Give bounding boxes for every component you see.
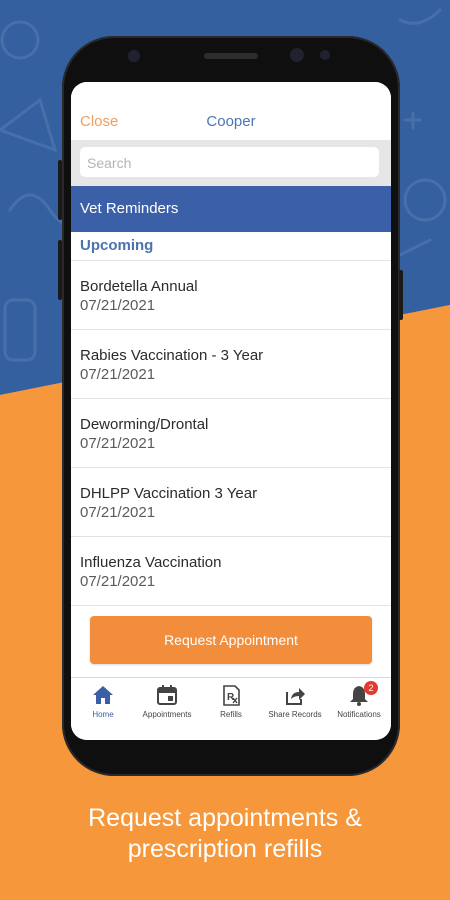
- search-box: [80, 147, 379, 177]
- request-appointment-button[interactable]: Request Appointment: [90, 616, 372, 664]
- app-screen: Close Cooper Vet Reminders Upcoming Bord…: [71, 82, 391, 740]
- reminder-date: 07/21/2021: [80, 504, 156, 521]
- reminder-date: 07/21/2021: [80, 366, 156, 383]
- app-header: Close Cooper: [71, 82, 391, 140]
- reminder-list: Bordetella Annual 07/21/2021 Rabies Vacc…: [71, 261, 391, 606]
- phone-speaker: [204, 53, 258, 59]
- reminder-item[interactable]: Rabies Vaccination - 3 Year 07/21/2021: [71, 330, 391, 399]
- phone-side-button-left-2: [58, 240, 62, 300]
- tab-label: Notifications: [337, 710, 381, 719]
- reminder-name: Deworming/Drontal: [80, 416, 209, 433]
- notification-badge: 2: [364, 681, 378, 695]
- upcoming-subheading: Upcoming: [80, 237, 154, 254]
- section-title: Vet Reminders: [80, 200, 179, 217]
- search-input[interactable]: [87, 153, 367, 173]
- tab-share-records[interactable]: Share Records: [263, 678, 327, 728]
- phone-side-button-left: [58, 160, 62, 220]
- prescription-icon: R: [223, 685, 240, 706]
- reminder-item[interactable]: DHLPP Vaccination 3 Year 07/21/2021: [71, 468, 391, 537]
- section-header: Vet Reminders: [71, 186, 391, 232]
- reminder-date: 07/21/2021: [80, 573, 156, 590]
- share-icon: [286, 688, 305, 705]
- reminder-name: DHLPP Vaccination 3 Year: [80, 485, 258, 502]
- promo-caption-line2: prescription refills: [127, 835, 323, 863]
- reminder-name: Rabies Vaccination - 3 Year: [80, 347, 264, 364]
- reminder-date: 07/21/2021: [80, 435, 156, 452]
- reminder-item[interactable]: Influenza Vaccination 07/21/2021: [71, 537, 391, 606]
- tab-home[interactable]: Home: [71, 678, 135, 728]
- tab-refills[interactable]: R Refills: [199, 678, 263, 728]
- tab-notifications[interactable]: 2 Notifications: [327, 678, 391, 728]
- search-bar: [71, 140, 391, 186]
- pet-name-title: Cooper: [206, 113, 256, 130]
- home-icon: [93, 686, 113, 704]
- tab-appointments[interactable]: Appointments: [135, 678, 199, 728]
- reminder-date: 07/21/2021: [80, 297, 156, 314]
- reminder-name: Influenza Vaccination: [80, 554, 222, 571]
- bottom-tab-bar: Home Appointments R Refills Share Record…: [71, 677, 391, 740]
- front-sensor: [290, 48, 304, 62]
- front-camera: [128, 50, 140, 62]
- reminder-name: Bordetella Annual: [80, 278, 198, 295]
- front-sensor-small: [320, 50, 330, 60]
- promo-caption-line1: Request appointments &: [88, 804, 362, 832]
- reminder-item[interactable]: Bordetella Annual 07/21/2021: [71, 261, 391, 330]
- phone-side-button-right: [399, 270, 403, 320]
- reminder-item[interactable]: Deworming/Drontal 07/21/2021: [71, 399, 391, 468]
- calendar-icon: [157, 685, 177, 705]
